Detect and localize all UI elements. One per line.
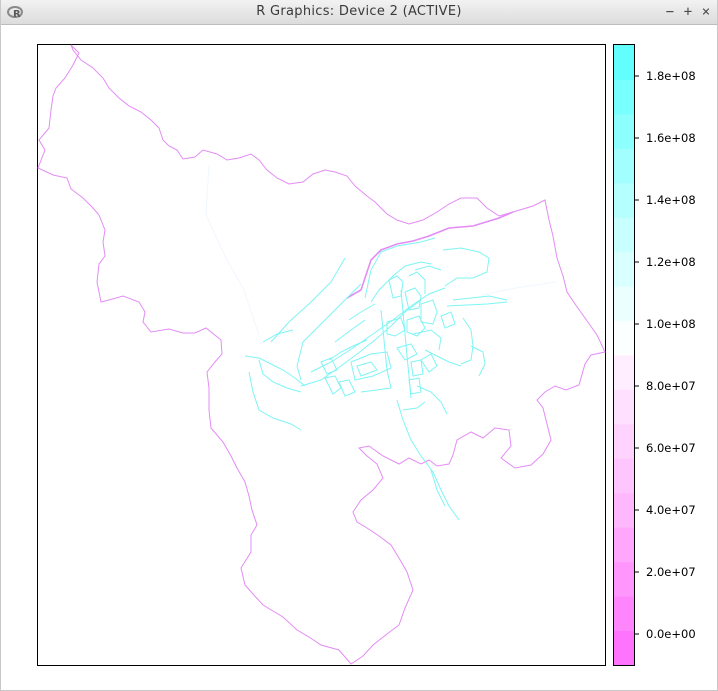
color-key-tick-label: 1.2e+08 (646, 255, 696, 269)
color-key: 0.0e+00 2.0e+07 4.0e+07 6.0e+07 8.0e+07 1.0e+… (613, 44, 696, 666)
color-key-cell (614, 286, 634, 322)
color-key-tick-label: 0.0e+00 (646, 627, 696, 641)
color-key-tick-label: 1.6e+08 (646, 131, 696, 145)
color-key-cell (614, 561, 634, 597)
color-key-cell (614, 630, 634, 666)
color-key-cell (614, 182, 634, 218)
color-key-tick-label: 1.8e+08 (646, 69, 696, 83)
color-key-cell (614, 320, 634, 356)
title-bar[interactable]: R R Graphics: Device 2 (ACTIVE) − + × (1, 0, 717, 25)
color-key-cell (614, 389, 634, 425)
color-key-cell (614, 527, 634, 563)
color-key-cell (614, 251, 634, 287)
color-key-cells (614, 45, 634, 666)
color-key-tick-label: 6.0e+07 (646, 441, 696, 455)
color-key-cell (614, 423, 634, 459)
window-title: R Graphics: Device 2 (ACTIVE) (256, 4, 462, 19)
minimize-button[interactable]: − (665, 3, 675, 21)
color-key-tick-label: 1.0e+08 (646, 317, 696, 331)
r-graphics-window: R R Graphics: Device 2 (ACTIVE) − + × 0.… (0, 0, 718, 691)
color-key-cell (614, 148, 634, 184)
close-button[interactable]: × (701, 3, 711, 21)
color-key-cell (614, 79, 634, 115)
plot-canvas: 0.0e+00 2.0e+07 4.0e+07 6.0e+07 8.0e+07 1.0e+… (37, 44, 696, 666)
color-key-tick-label: 1.4e+08 (646, 193, 696, 207)
color-key-tick-label: 4.0e+07 (646, 503, 696, 517)
color-key-tick-label: 2.0e+07 (646, 565, 696, 579)
window-controls: − + × (665, 3, 711, 21)
color-key-cell (614, 45, 634, 80)
color-key-cell (614, 458, 634, 494)
color-key-cell (614, 113, 634, 149)
map-panel-frame (37, 44, 606, 666)
color-key-cell (614, 596, 634, 632)
maximize-button[interactable]: + (683, 3, 693, 21)
color-key-cell (614, 355, 634, 390)
color-key-ticks: 0.0e+00 2.0e+07 4.0e+07 6.0e+07 8.0e+07 1.0e+… (634, 69, 696, 641)
color-key-cell (614, 217, 634, 253)
color-key-tick-label: 8.0e+07 (646, 379, 696, 393)
color-key-cell (614, 492, 634, 528)
